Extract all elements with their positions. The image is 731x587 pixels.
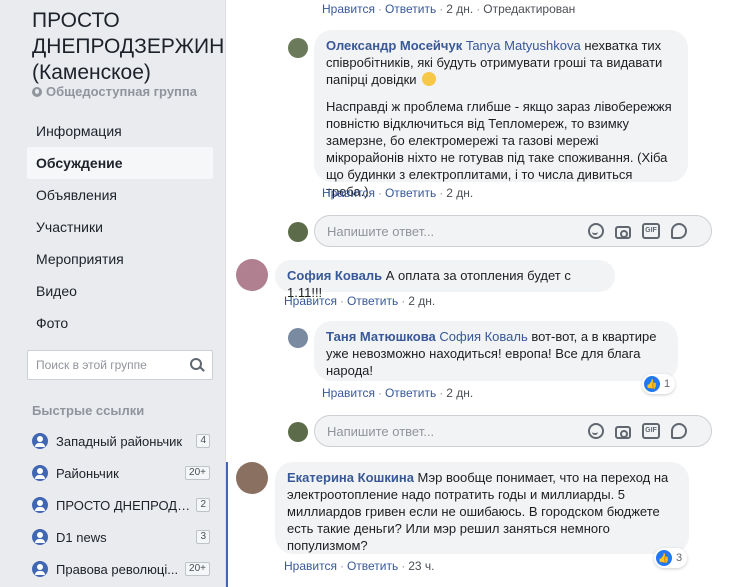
reply-box: GIF [314,215,712,247]
comment-bubble: София Коваль А оплата за отопления будет… [275,260,615,300]
quick-link[interactable]: Западный районьчик 4 [32,425,210,457]
avatar[interactable] [288,328,308,348]
quick-link-label: Западный районьчик [56,433,183,449]
quick-link-count: 20+ [185,466,210,480]
comment-actions: Нравится · Ответить · 2 дн. [322,186,474,200]
thumbs-up-icon: 👍 [644,376,660,392]
quick-links-title: Быстрые ссылки [32,403,145,418]
quick-link[interactable]: Районьчик 20+ [32,457,210,489]
sticker-icon[interactable] [671,223,687,239]
new-comment-indicator [226,462,228,587]
comment-body: Олександр Мосейчук Tanya Matyushkova нех… [326,37,676,88]
reply-input[interactable] [327,223,577,239]
reaction-count[interactable]: 👍 3 [654,548,688,568]
quick-link-count: 20+ [185,562,210,576]
comment-time[interactable]: 23 ч. [408,559,434,573]
nav-videos[interactable]: Видео [27,275,213,307]
reaction-number: 3 [676,552,683,564]
nav-announcements[interactable]: Объявления [27,179,213,211]
nav-members[interactable]: Участники [27,211,213,243]
reaction-number: 1 [664,378,671,390]
comment-mention[interactable]: Tanya Matyushkova [466,38,581,53]
comment-text-2: Насправді ж проблема глибше - якщо зараз… [326,99,672,199]
comments-feed: Нравится · Ответить · 2 дн. · Отредактирован О… [225,0,731,587]
comment-actions: Нравится · Ответить · 2 дн. [322,386,474,400]
comment-time[interactable]: 2 дн. [446,2,473,16]
left-sidebar: ПРОСТО ДНЕПРОДЗЕРЖИНСК (Каменское) Общед… [0,0,252,587]
reply-link[interactable]: Ответить [385,186,436,200]
globe-icon [32,86,42,97]
group-search [27,350,213,380]
comment-bubble: Олександр Мосейчук Tanya Matyushkova нех… [314,30,688,199]
like-link[interactable]: Нравится [322,186,375,200]
comment-actions: Нравится · Ответить · 2 дн. [284,294,436,308]
nav-discussion[interactable]: Обсуждение [27,147,213,179]
group-title[interactable]: ПРОСТО ДНЕПРОДЗЕРЖИНСК (Каменское) [32,8,252,86]
gif-icon[interactable]: GIF [642,423,660,439]
comment-time[interactable]: 2 дн. [408,294,435,308]
group-nav: Информация Обсуждение Объявления Участни… [27,115,213,339]
sticker-icon[interactable] [671,423,687,439]
smile-emoji-icon [422,72,437,86]
avatar[interactable] [288,38,308,58]
group-icon [32,529,48,545]
comment-actions: Нравится · Ответить · 23 ч. [284,559,435,573]
group-privacy: Общедоступная группа [32,84,197,99]
current-user-avatar [288,422,308,442]
group-icon [32,433,48,449]
quick-link-label: Районьчик [56,465,119,481]
comment-time[interactable]: 2 дн. [446,186,473,200]
group-icon [32,561,48,577]
reply-link[interactable]: Ответить [347,294,398,308]
quick-link-label: Правова революці... [56,561,179,577]
comment-author[interactable]: София Коваль [287,268,382,283]
nav-events[interactable]: Мероприятия [27,243,213,275]
quick-link-label: ПРОСТО ДНЕПРОДЗЕ... [56,497,193,513]
comment-bubble: Екатерина Кошкина Мэр вообще понимает, ч… [275,462,689,554]
edited-label[interactable]: Отредактирован [483,2,575,16]
nav-photos[interactable]: Фото [27,307,213,339]
group-type-label: Общедоступная группа [46,84,197,99]
comment-bubble: Таня Матюшкова София Коваль вот-вот, а в… [314,321,678,381]
comment-author[interactable]: Таня Матюшкова [326,329,436,344]
group-icon [32,465,48,481]
reply-box: GIF [314,415,712,447]
reply-link[interactable]: Ответить [385,386,436,400]
reply-link[interactable]: Ответить [347,559,398,573]
current-user-avatar [288,222,308,242]
comment-actions: Нравится · Ответить · 2 дн. · Отредактирован [322,2,576,16]
comment-mention[interactable]: София Коваль [439,329,527,344]
like-link[interactable]: Нравится [284,559,337,573]
quick-link-count: 3 [196,530,210,544]
avatar[interactable] [236,259,268,291]
nav-info[interactable]: Информация [27,115,213,147]
reply-link[interactable]: Ответить [385,2,436,16]
comment-author[interactable]: Олександр Мосейчук [326,38,462,53]
reaction-count[interactable]: 👍 1 [642,374,676,394]
camera-icon[interactable] [615,425,631,439]
quick-link-count: 2 [196,498,210,512]
search-icon[interactable] [190,358,204,372]
like-link[interactable]: Нравится [322,2,375,16]
like-link[interactable]: Нравится [284,294,337,308]
like-link[interactable]: Нравится [322,386,375,400]
emoji-icon[interactable] [588,423,604,439]
comment-author[interactable]: Екатерина Кошкина [287,470,414,485]
gif-icon[interactable]: GIF [642,223,660,239]
camera-icon[interactable] [615,225,631,239]
reply-input[interactable] [327,423,577,439]
emoji-icon[interactable] [588,223,604,239]
avatar[interactable] [236,462,268,494]
quick-link[interactable]: ПРОСТО ДНЕПРОДЗЕ... 2 [32,489,210,521]
comment-time[interactable]: 2 дн. [446,386,473,400]
group-icon [32,497,48,513]
quick-link-count: 4 [196,434,210,448]
quick-link-label: D1 news [56,529,107,545]
quick-link[interactable]: Правова революці... 20+ [32,553,210,585]
quick-link[interactable]: D1 news 3 [32,521,210,553]
thumbs-up-icon: 👍 [656,550,672,566]
quick-links: Западный районьчик 4 Районьчик 20+ ПРОСТ… [32,425,210,585]
group-search-input[interactable] [36,358,186,372]
